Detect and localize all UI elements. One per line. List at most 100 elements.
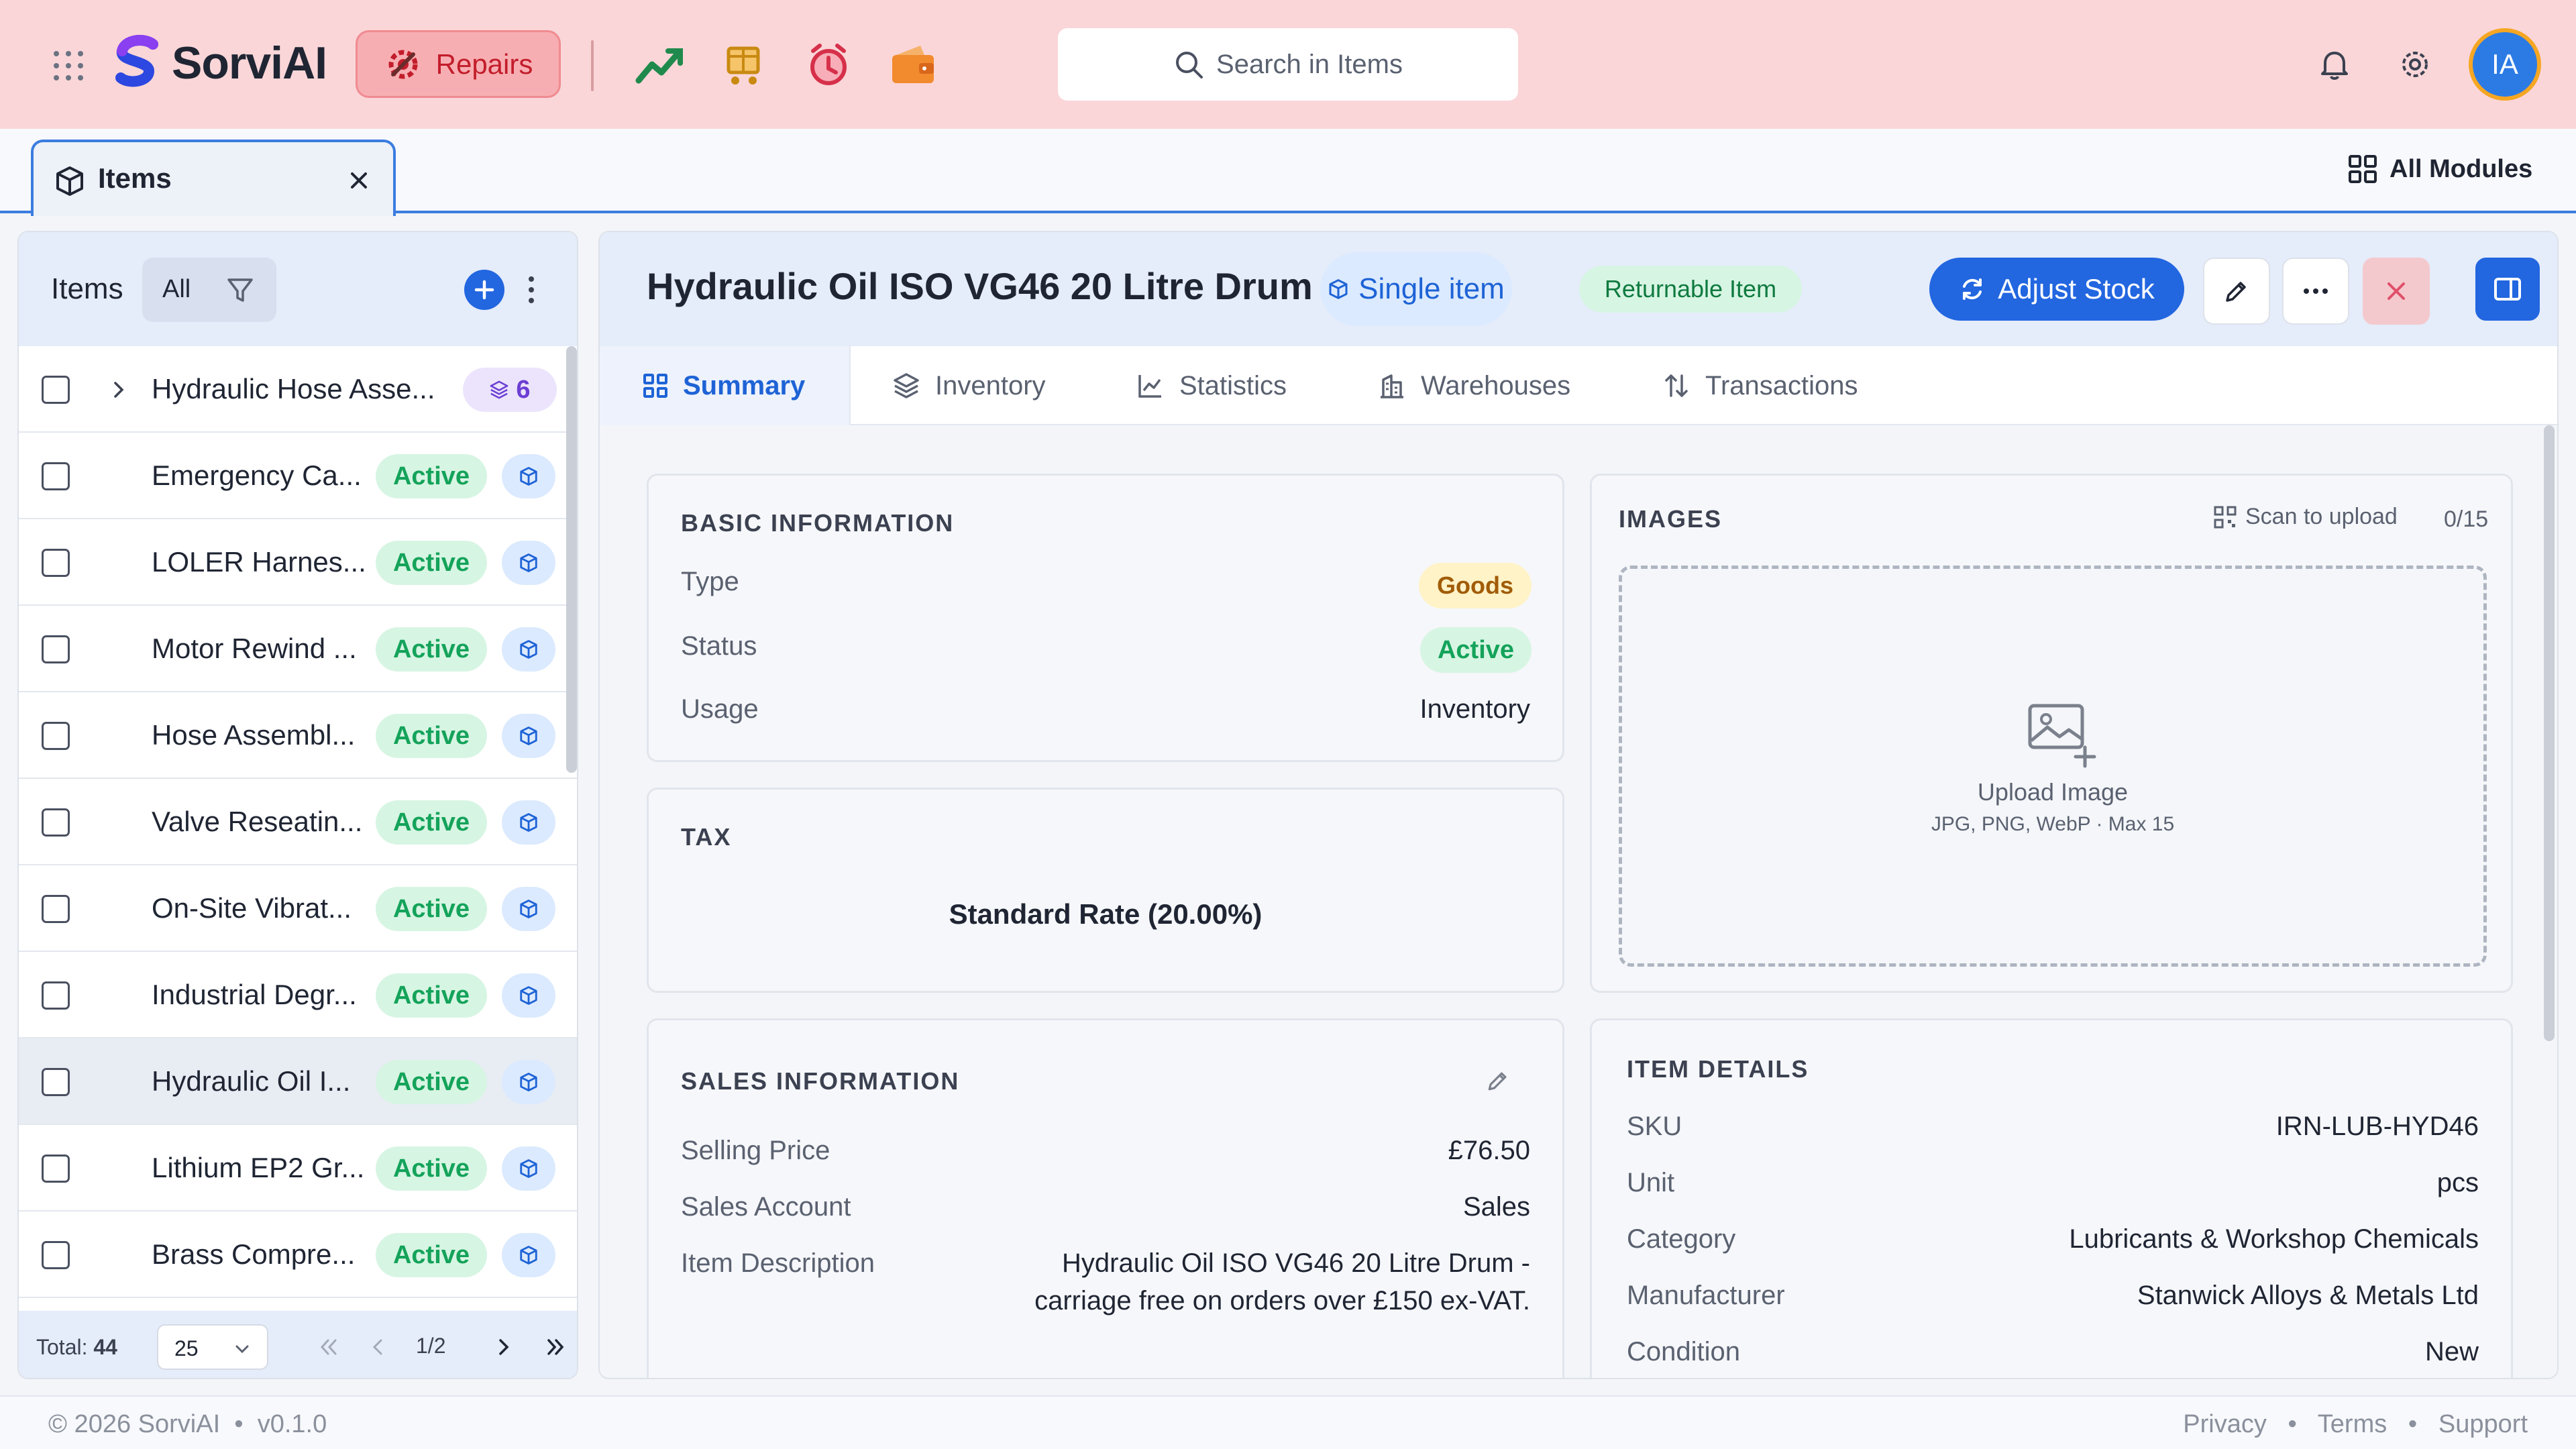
status-text: Active bbox=[392, 808, 470, 837]
list-item[interactable]: Lithium EP2 Gr... Active bbox=[19, 1125, 577, 1212]
list-item[interactable]: Emergency Ca... Active bbox=[19, 433, 577, 519]
page-size-select[interactable]: 25 bbox=[157, 1324, 268, 1370]
trending-chart-icon[interactable] bbox=[635, 42, 684, 89]
list-item[interactable]: Motor Rewind ... Active bbox=[19, 606, 577, 692]
row-checkbox[interactable] bbox=[42, 462, 70, 490]
list-item[interactable]: Hose Assembl... Active bbox=[19, 692, 577, 779]
package-cart-icon[interactable] bbox=[719, 42, 769, 89]
privacy-link[interactable]: Privacy bbox=[2183, 1410, 2267, 1438]
single-item-badge bbox=[502, 714, 555, 758]
close-icon[interactable] bbox=[347, 169, 370, 192]
detail-scrollbar[interactable] bbox=[2544, 425, 2555, 1041]
tab-summary[interactable]: Summary bbox=[600, 346, 851, 425]
cube-icon bbox=[519, 899, 539, 919]
tab-statistics[interactable]: Statistics bbox=[1136, 346, 1287, 425]
tab-summary-label: Summary bbox=[683, 370, 806, 400]
row-checkbox[interactable] bbox=[42, 1068, 70, 1096]
item-type-pill: Single item bbox=[1320, 252, 1512, 326]
single-item-badge bbox=[502, 887, 555, 931]
tab-statistics-label: Statistics bbox=[1179, 370, 1287, 400]
item-name: Lithium EP2 Gr... bbox=[152, 1152, 365, 1183]
all-modules-button[interactable]: All Modules bbox=[2348, 154, 2532, 184]
bell-icon[interactable] bbox=[2316, 46, 2353, 83]
more-vertical-icon[interactable] bbox=[526, 274, 537, 306]
single-item-badge bbox=[502, 1233, 555, 1277]
single-item-badge bbox=[502, 541, 555, 585]
row-checkbox[interactable] bbox=[42, 635, 70, 663]
repairs-module-button[interactable]: Repairs bbox=[356, 30, 561, 98]
edit-button[interactable] bbox=[2203, 258, 2270, 325]
detail-tabs: Summary Inventory Statistics Warehouses … bbox=[600, 346, 2557, 425]
tax-title: TAX bbox=[681, 823, 732, 851]
total-value: 44 bbox=[93, 1335, 117, 1359]
item-name: LOLER Harnes... bbox=[152, 546, 366, 578]
status-text: Active bbox=[392, 981, 470, 1010]
search-input[interactable]: Search in Items bbox=[1058, 28, 1518, 101]
row-checkbox[interactable] bbox=[42, 808, 70, 837]
row-checkbox[interactable] bbox=[42, 376, 70, 404]
copyright: © 2026 SorviAI bbox=[48, 1410, 221, 1438]
list-item[interactable]: Hydraulic Oil I... Active bbox=[19, 1038, 577, 1125]
basic-info-title: BASIC INFORMATION bbox=[681, 509, 955, 537]
prev-page-button[interactable] bbox=[360, 1328, 397, 1366]
tab-warehouses[interactable]: Warehouses bbox=[1378, 346, 1570, 425]
list-item[interactable]: LOLER Harnes... Active bbox=[19, 519, 577, 606]
item-name: Motor Rewind ... bbox=[152, 633, 357, 664]
last-page-button[interactable] bbox=[537, 1328, 574, 1366]
brand-name: SorviAI bbox=[172, 38, 327, 89]
row-checkbox[interactable] bbox=[42, 1241, 70, 1269]
row-checkbox[interactable] bbox=[42, 722, 70, 750]
row-checkbox[interactable] bbox=[42, 1155, 70, 1183]
first-page-button[interactable] bbox=[310, 1328, 347, 1366]
chevron-right-icon[interactable] bbox=[109, 380, 129, 400]
single-item-badge bbox=[502, 800, 555, 845]
list-item[interactable]: Brass Compre... Active bbox=[19, 1212, 577, 1298]
adjust-stock-button[interactable]: Adjust Stock bbox=[1929, 258, 2184, 321]
tab-inventory[interactable]: Inventory bbox=[892, 346, 1046, 425]
row-checkbox[interactable] bbox=[42, 549, 70, 577]
more-actions-button[interactable] bbox=[2282, 258, 2349, 325]
support-link[interactable]: Support bbox=[2438, 1410, 2528, 1438]
terms-link[interactable]: Terms bbox=[2318, 1410, 2387, 1438]
list-item[interactable]: Hydraulic Hose Asse... 6 bbox=[19, 346, 577, 433]
list-item[interactable]: Valve Reseatin... Active bbox=[19, 779, 577, 865]
filter-icon[interactable] bbox=[225, 275, 255, 305]
row-checkbox[interactable] bbox=[42, 895, 70, 923]
app-grid-icon[interactable] bbox=[52, 50, 85, 82]
toggle-panel-button[interactable] bbox=[2475, 258, 2540, 321]
user-avatar[interactable]: IA bbox=[2469, 28, 2541, 101]
next-page-button[interactable] bbox=[484, 1328, 522, 1366]
layers-icon bbox=[894, 373, 919, 398]
status-text: Active bbox=[392, 462, 470, 490]
item-name: Industrial Degr... bbox=[152, 979, 357, 1010]
brand-logo[interactable]: SorviAI bbox=[111, 35, 327, 91]
item-name: Hydraulic Hose Asse... bbox=[152, 373, 435, 405]
basic-info-card: BASIC INFORMATION Type Goods Status Acti… bbox=[647, 474, 1564, 762]
item-name: Hydraulic Oil I... bbox=[152, 1065, 351, 1097]
tab-transactions[interactable]: Transactions bbox=[1662, 346, 1858, 425]
service-alarm-icon[interactable] bbox=[804, 42, 853, 89]
single-item-badge bbox=[502, 454, 555, 498]
tab-items[interactable]: Items bbox=[31, 140, 396, 216]
wallet-icon[interactable] bbox=[888, 42, 938, 89]
item-detail-panel: Hydraulic Oil ISO VG46 20 Litre Drum Sin… bbox=[598, 231, 2559, 1379]
list-scrollbar[interactable] bbox=[566, 346, 577, 773]
gear-icon[interactable] bbox=[2396, 46, 2434, 83]
sales-account-value: Sales bbox=[1462, 1192, 1530, 1222]
list-filter-dropdown[interactable]: All bbox=[142, 258, 276, 322]
close-detail-button[interactable] bbox=[2363, 258, 2430, 325]
sku-value: IRN-LUB-HYD46 bbox=[2275, 1112, 2479, 1141]
image-count: 0/15 bbox=[2444, 506, 2489, 532]
add-item-button[interactable] bbox=[464, 270, 504, 310]
list-item[interactable]: On-Site Vibrat... Active bbox=[19, 865, 577, 952]
tab-inventory-label: Inventory bbox=[935, 370, 1046, 400]
pencil-icon[interactable] bbox=[1485, 1067, 1511, 1094]
image-upload-dropzone[interactable]: Upload Image JPG, PNG, WebP · Max 15 bbox=[1619, 566, 2487, 967]
scan-to-upload-button[interactable]: Scan to upload bbox=[2213, 504, 2398, 530]
sales-info-card: SALES INFORMATION Selling Price £76.50 S… bbox=[647, 1018, 1564, 1378]
manufacturer-value: Stanwick Alloys & Metals Ltd bbox=[2137, 1281, 2479, 1310]
search-icon bbox=[1176, 52, 1203, 78]
row-checkbox[interactable] bbox=[42, 981, 70, 1010]
chevron-left-icon bbox=[372, 1339, 382, 1355]
list-item[interactable]: Industrial Degr... Active bbox=[19, 952, 577, 1038]
